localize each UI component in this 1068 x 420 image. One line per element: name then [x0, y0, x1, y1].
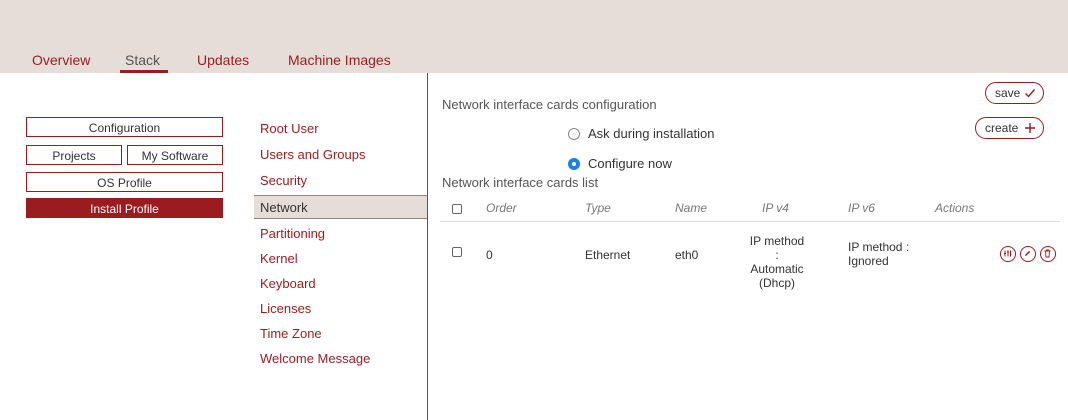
- list-title: Network interface cards list: [442, 175, 599, 190]
- config-title: Network interface cards configuration: [442, 97, 657, 112]
- checkmark-icon: [1024, 83, 1036, 109]
- cell-ipv6: IP method : Ignored: [848, 240, 909, 268]
- save-label: save: [995, 86, 1021, 100]
- top-bar: Overview Stack Updates Machine Images: [0, 0, 1068, 73]
- settings-icon[interactable]: [1000, 246, 1016, 262]
- projects-button[interactable]: Projects: [26, 145, 122, 165]
- plus-icon: [1024, 118, 1036, 144]
- configure-now-radio[interactable]: [568, 158, 580, 170]
- configuration-button[interactable]: Configuration: [26, 117, 223, 137]
- install-profile-button[interactable]: Install Profile: [26, 198, 223, 218]
- column-header-actions: Actions: [935, 201, 975, 215]
- menu-item-users-and-groups[interactable]: Users and Groups: [254, 143, 427, 167]
- ipv6-line: IP method :: [848, 240, 910, 254]
- cell-order: 0: [486, 248, 493, 262]
- cell-type: Ethernet: [585, 248, 631, 262]
- configure-now-label: Configure now: [588, 156, 672, 171]
- menu-item-partitioning[interactable]: Partitioning: [254, 222, 427, 246]
- ipv6-line: Ignored: [848, 254, 889, 268]
- my-software-button[interactable]: My Software: [127, 145, 223, 165]
- menu-item-welcome-message[interactable]: Welcome Message: [254, 347, 427, 371]
- menu-item-keyboard[interactable]: Keyboard: [254, 272, 427, 296]
- ipv4-line: IP method :: [749, 234, 805, 262]
- column-header-ipv4[interactable]: IP v4: [762, 201, 789, 215]
- menu-item-time-zone[interactable]: Time Zone: [254, 322, 427, 346]
- row-checkbox[interactable]: [452, 247, 462, 257]
- menu-item-root-user[interactable]: Root User: [254, 117, 427, 141]
- menu-item-kernel[interactable]: Kernel: [254, 247, 427, 271]
- active-tab-indicator: [120, 70, 168, 73]
- ask-during-installation-radio[interactable]: [568, 128, 580, 140]
- panel-divider: [427, 73, 428, 420]
- os-profile-button[interactable]: OS Profile: [26, 172, 223, 192]
- tab-machine-images[interactable]: Machine Images: [288, 52, 391, 68]
- ask-during-installation-label: Ask during installation: [588, 126, 715, 141]
- cell-ipv4: IP method : Automatic (Dhcp): [747, 234, 807, 290]
- menu-item-licenses[interactable]: Licenses: [254, 297, 427, 321]
- tab-updates[interactable]: Updates: [197, 52, 249, 68]
- select-all-checkbox[interactable]: [452, 204, 462, 214]
- create-button[interactable]: create: [975, 117, 1044, 139]
- ipv4-line: Automatic: [750, 262, 804, 276]
- column-header-ipv6[interactable]: IP v6: [848, 201, 875, 215]
- tab-overview[interactable]: Overview: [32, 52, 90, 68]
- menu-item-security[interactable]: Security: [254, 169, 427, 193]
- edit-icon[interactable]: [1020, 246, 1036, 262]
- tab-stack[interactable]: Stack: [125, 52, 160, 68]
- column-header-type[interactable]: Type: [585, 201, 611, 215]
- save-button[interactable]: save: [985, 82, 1044, 104]
- column-header-order[interactable]: Order: [486, 201, 517, 215]
- create-label: create: [985, 121, 1019, 135]
- ipv4-line: (Dhcp): [758, 276, 795, 290]
- header-divider: [440, 221, 1060, 222]
- column-header-name[interactable]: Name: [675, 201, 707, 215]
- delete-icon[interactable]: [1040, 246, 1056, 262]
- cell-name: eth0: [675, 248, 699, 262]
- menu-item-network[interactable]: Network: [254, 195, 427, 219]
